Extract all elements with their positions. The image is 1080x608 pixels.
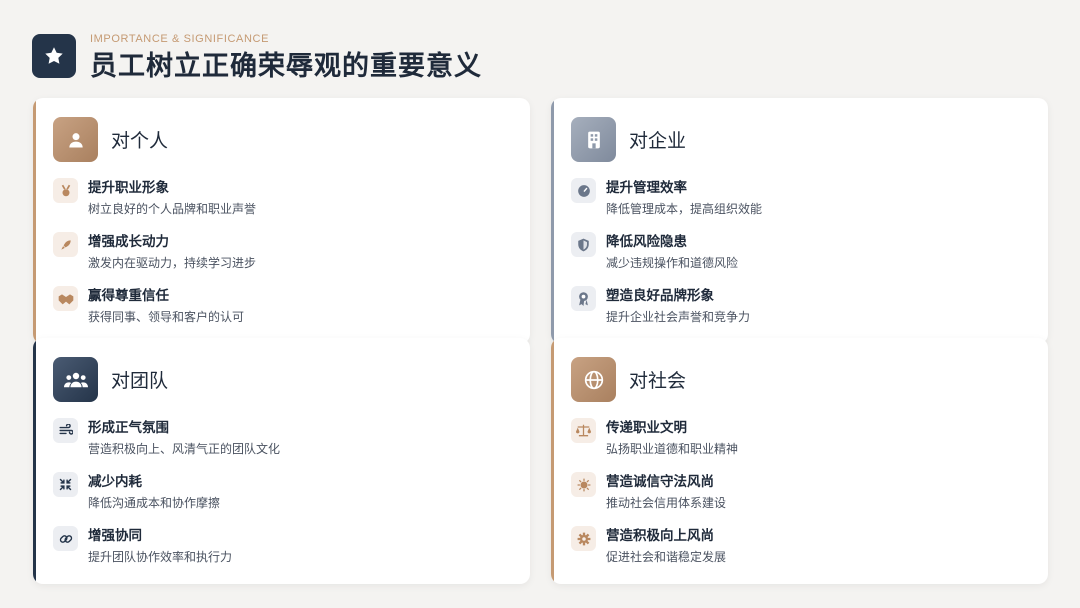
list-item: 提升管理效率 降低管理成本，提高组织效能: [571, 178, 762, 217]
handshake-icon: [53, 286, 78, 311]
page-title: 员工树立正确荣辱观的重要意义: [90, 51, 482, 82]
item-title: 增强协同: [88, 528, 142, 544]
award-icon: [571, 286, 596, 311]
item-title: 降低风险隐患: [606, 234, 687, 250]
card-header: 对团队: [53, 357, 168, 402]
item-desc: 减少违规操作和道德风险: [606, 256, 739, 270]
list-item: 塑造良好品牌形象 提升企业社会声誉和竞争力: [571, 286, 750, 325]
item-desc: 获得同事、领导和客户的认可: [88, 310, 245, 324]
compress-icon: [53, 472, 78, 497]
list-item: 赢得尊重信任 获得同事、领导和客户的认可: [53, 286, 244, 325]
card-accent: [551, 338, 554, 584]
card-individual: 对个人 提升职业形象 树立良好的个人品牌和职业声誉 增强成长动力 激发内在驱动力…: [33, 98, 530, 344]
gear-icon: [571, 526, 596, 551]
list-item: 形成正气氛围 营造积极向上、风清气正的团队文化: [53, 418, 280, 457]
medal-icon: [53, 178, 78, 203]
card-enterprise: 对企业 提升管理效率 降低管理成本，提高组织效能 降低风险隐患 减少违规操作和道…: [551, 98, 1048, 344]
list-item: 营造诚信守法风尚 推动社会信用体系建设: [571, 472, 726, 511]
gauge-icon: [571, 178, 596, 203]
users-icon: [53, 357, 98, 402]
list-item: 减少内耗 降低沟通成本和协作摩擦: [53, 472, 220, 511]
card-accent: [551, 98, 554, 344]
card-header: 对社会: [571, 357, 686, 402]
card-title: 对企业: [629, 130, 687, 152]
sun-icon: [571, 472, 596, 497]
item-title: 减少内耗: [88, 474, 142, 490]
item-desc: 推动社会信用体系建设: [606, 496, 727, 510]
item-title: 塑造良好品牌形象: [606, 288, 714, 304]
star-icon: [45, 47, 63, 64]
item-title: 形成正气氛围: [88, 420, 169, 436]
building-icon: [571, 117, 616, 162]
card-accent: [33, 98, 36, 344]
link-icon: [53, 526, 78, 551]
card-society: 对社会 传递职业文明 弘扬职业道德和职业精神 营造诚信守法风尚 推动社会信用体系…: [551, 338, 1048, 584]
list-item: 增强协同 提升团队协作效率和执行力: [53, 526, 232, 565]
card-header: 对企业: [571, 117, 686, 162]
item-desc: 弘扬职业道德和职业精神: [606, 442, 739, 456]
list-item: 传递职业文明 弘扬职业道德和职业精神: [571, 418, 738, 457]
item-title: 营造诚信守法风尚: [606, 474, 714, 490]
item-desc: 提升企业社会声誉和竞争力: [606, 310, 751, 324]
wind-icon: [53, 418, 78, 443]
item-title: 营造积极向上风尚: [606, 528, 714, 544]
item-desc: 降低管理成本，提高组织效能: [606, 202, 763, 216]
item-desc: 提升团队协作效率和执行力: [88, 550, 233, 564]
item-title: 提升管理效率: [606, 180, 687, 196]
card-accent: [33, 338, 36, 584]
item-desc: 营造积极向上、风清气正的团队文化: [88, 442, 281, 456]
user-icon: [53, 117, 98, 162]
item-desc: 降低沟通成本和协作摩擦: [88, 496, 221, 510]
item-desc: 激发内在驱动力，持续学习进步: [88, 256, 257, 270]
list-item: 提升职业形象 树立良好的个人品牌和职业声誉: [53, 178, 256, 217]
card-title: 对团队: [111, 370, 169, 392]
item-title: 提升职业形象: [88, 180, 169, 196]
item-desc: 促进社会和谐稳定发展: [606, 550, 727, 564]
item-title: 增强成长动力: [88, 234, 169, 250]
card-title: 对社会: [629, 370, 687, 392]
item-title: 赢得尊重信任: [88, 288, 169, 304]
list-item: 营造积极向上风尚 促进社会和谐稳定发展: [571, 526, 726, 565]
card-team: 对团队 形成正气氛围 营造积极向上、风清气正的团队文化 减少内耗 降低沟通成本和…: [33, 338, 530, 584]
item-desc: 树立良好的个人品牌和职业声誉: [88, 202, 257, 216]
scale-icon: [571, 418, 596, 443]
shield-icon: [571, 232, 596, 257]
header-badge: [32, 34, 76, 78]
rocket-icon: [53, 232, 78, 257]
globe-icon: [571, 357, 616, 402]
list-item: 增强成长动力 激发内在驱动力，持续学习进步: [53, 232, 256, 271]
item-title: 传递职业文明: [606, 420, 687, 436]
card-header: 对个人: [53, 117, 168, 162]
card-title: 对个人: [111, 130, 169, 152]
list-item: 降低风险隐患 减少违规操作和道德风险: [571, 232, 738, 271]
